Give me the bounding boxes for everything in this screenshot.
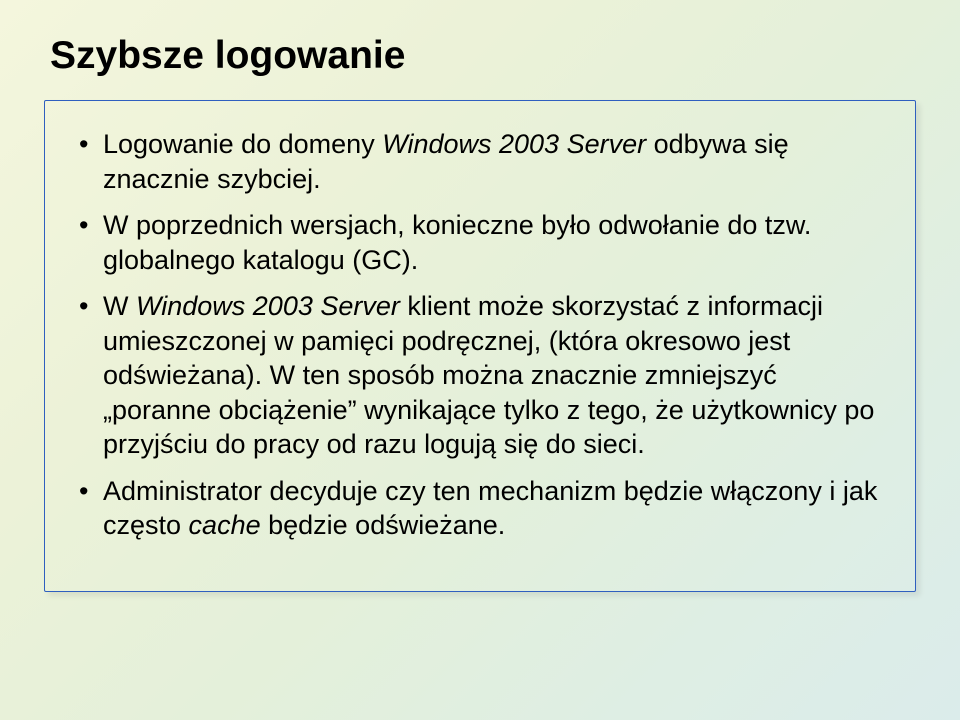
bullet-italic: cache (189, 510, 261, 540)
bullet-italic: Windows 2003 Server (136, 291, 400, 321)
list-item: W Windows 2003 Server klient może skorzy… (75, 289, 885, 462)
list-item: Administrator decyduje czy ten mechanizm… (75, 474, 885, 543)
bullet-text: W (103, 291, 136, 321)
bullet-text: będzie odświeżane. (261, 510, 506, 540)
bullet-list: Logowanie do domeny Windows 2003 Server … (75, 127, 885, 543)
list-item: W poprzednich wersjach, konieczne było o… (75, 208, 885, 277)
slide-title: Szybsze logowanie (50, 34, 916, 78)
bullet-text: Logowanie do domeny (103, 129, 382, 159)
bullet-text: W poprzednich wersjach, konieczne było o… (103, 210, 811, 275)
bullet-italic: Windows 2003 Server (382, 129, 646, 159)
slide: Szybsze logowanie Logowanie do domeny Wi… (0, 0, 960, 720)
content-box: Logowanie do domeny Windows 2003 Server … (44, 100, 916, 592)
list-item: Logowanie do domeny Windows 2003 Server … (75, 127, 885, 196)
